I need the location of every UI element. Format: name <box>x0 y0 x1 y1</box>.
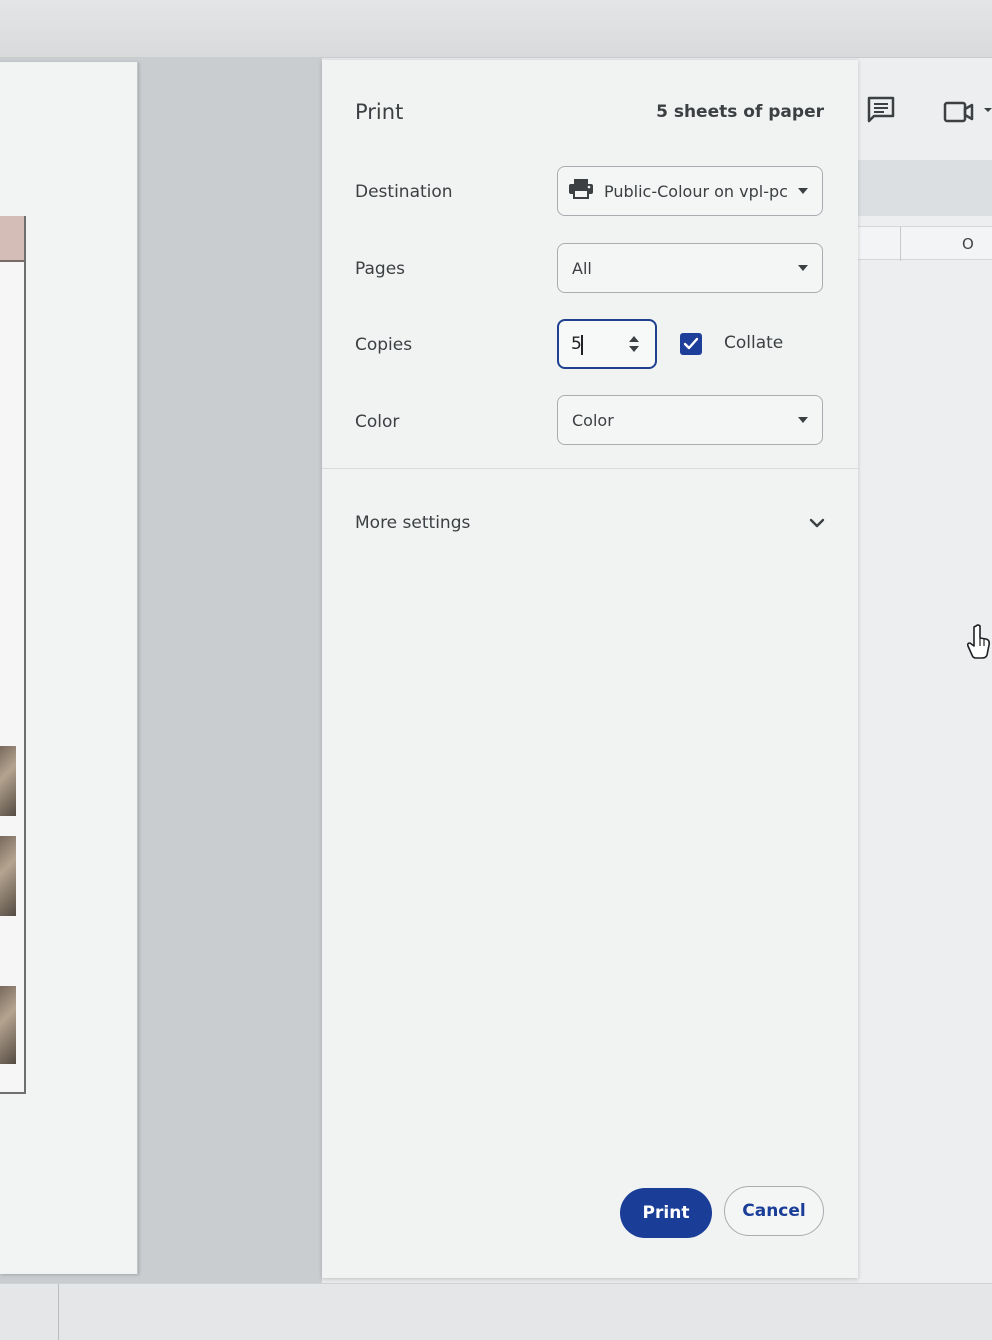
dropdown-caret-icon <box>798 265 808 271</box>
dropdown-caret-icon <box>798 188 808 194</box>
dialog-title: Print <box>355 100 404 124</box>
color-select[interactable]: Color <box>557 395 823 445</box>
printer-icon <box>568 178 594 204</box>
column-header: O <box>858 226 992 261</box>
sheet-count: 5 sheets of paper <box>656 102 824 122</box>
browser-top-bar <box>0 0 992 58</box>
dropdown-caret-icon <box>798 417 808 423</box>
preview-photo <box>0 836 16 916</box>
print-dialog: Print 5 sheets of paper Destination Publ… <box>322 60 858 1278</box>
destination-value: Public-Colour on vpl-pc <box>604 181 788 201</box>
cancel-button[interactable]: Cancel <box>724 1186 824 1236</box>
more-settings-toggle[interactable]: More settings <box>355 510 825 540</box>
chevron-down-icon <box>809 514 825 533</box>
color-value: Color <box>572 410 614 430</box>
cell-divider <box>58 1284 59 1340</box>
text-caret <box>581 335 583 355</box>
toolbar-strip <box>858 160 992 216</box>
color-label: Color <box>355 412 400 432</box>
preview-page <box>0 62 138 1274</box>
camera-icon[interactable] <box>942 100 992 128</box>
copies-stepper[interactable] <box>627 333 641 357</box>
collate-label: Collate <box>724 333 784 353</box>
pages-select[interactable]: All <box>557 243 823 293</box>
preview-area <box>0 58 322 1340</box>
more-settings-label: More settings <box>355 513 471 533</box>
pages-value: All <box>572 258 592 278</box>
preview-photo <box>0 986 16 1064</box>
section-divider <box>322 468 858 469</box>
preview-page-content <box>0 216 26 1094</box>
column-divider <box>900 227 901 261</box>
destination-select[interactable]: Public-Colour on vpl-pc <box>557 166 823 216</box>
hand-cursor-icon <box>966 622 992 666</box>
copies-label: Copies <box>355 335 413 355</box>
preview-header-band <box>0 216 24 262</box>
destination-label: Destination <box>355 182 453 202</box>
print-button[interactable]: Print <box>620 1188 712 1238</box>
column-label: O <box>962 235 974 253</box>
copies-input[interactable]: 5 <box>557 319 657 369</box>
checkmark-icon <box>683 337 699 350</box>
collate-checkbox[interactable] <box>680 333 702 355</box>
pages-label: Pages <box>355 259 406 279</box>
bottom-strip <box>0 1283 992 1340</box>
stepper-up-icon[interactable] <box>629 336 639 342</box>
comment-icon[interactable] <box>866 95 896 129</box>
stepper-down-icon[interactable] <box>629 346 639 352</box>
preview-photo <box>0 746 16 816</box>
